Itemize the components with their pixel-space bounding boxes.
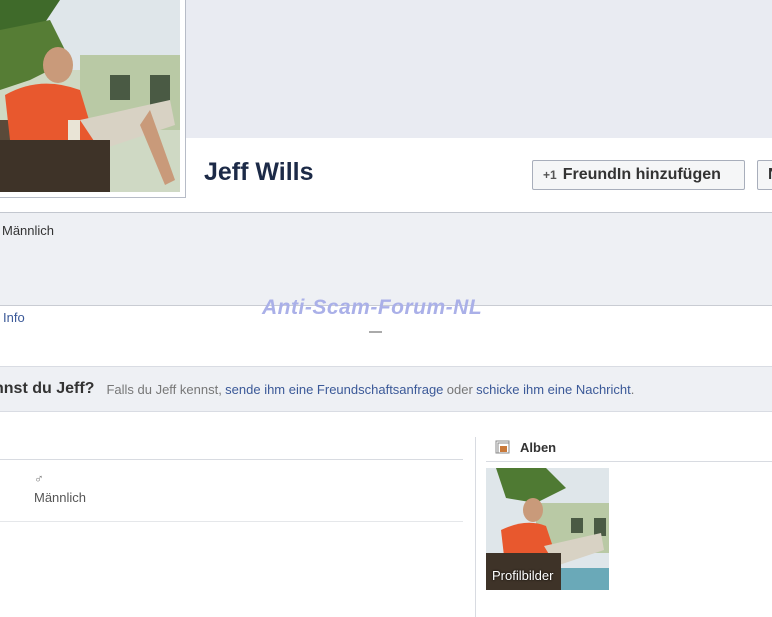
add-friend-icon: +1	[543, 168, 557, 182]
tab-info[interactable]: Info	[3, 310, 25, 325]
know-text-2: oder	[446, 381, 473, 397]
watermark: Anti-Scam-Forum-NL	[262, 296, 483, 319]
albums-divider	[486, 461, 772, 462]
profile-name: Jeff Wills	[204, 158, 314, 186]
basic-info-divider-bottom	[0, 521, 463, 522]
divider-dash	[369, 331, 382, 333]
know-user-bar: nnst du Jeff? Falls du Jeff kennst, send…	[0, 366, 772, 412]
message-button[interactable]: N	[757, 160, 772, 190]
albums-title[interactable]: Alben	[520, 440, 556, 455]
know-text-3: .	[630, 381, 635, 397]
basic-info-gender: Männlich	[34, 490, 87, 505]
add-friend-label: FreundIn hinzufügen	[562, 166, 721, 183]
add-friend-button[interactable]: +1 FreundIn hinzufügen	[532, 160, 745, 190]
profile-gender: Männlich	[2, 223, 55, 238]
basic-info-divider-top	[0, 459, 463, 460]
know-question: nnst du Jeff?	[0, 380, 95, 397]
column-divider	[475, 437, 476, 617]
send-message-link[interactable]: schicke ihm eine Nachricht	[476, 382, 631, 397]
know-text-1: Falls du Jeff kennst,	[106, 381, 222, 397]
profile-info-bar: Männlich	[0, 213, 772, 306]
photo-album-icon	[495, 440, 510, 454]
send-friend-request-link[interactable]: sende ihm eine Freundschaftsanfrage	[225, 382, 443, 397]
profile-picture[interactable]	[0, 0, 186, 198]
message-label: N	[768, 166, 772, 184]
album-label: Profilbilder	[492, 568, 554, 583]
male-icon: ♂	[34, 471, 44, 486]
album-profile-pictures[interactable]: Profilbilder	[486, 468, 609, 590]
profile-photo	[0, 0, 180, 192]
